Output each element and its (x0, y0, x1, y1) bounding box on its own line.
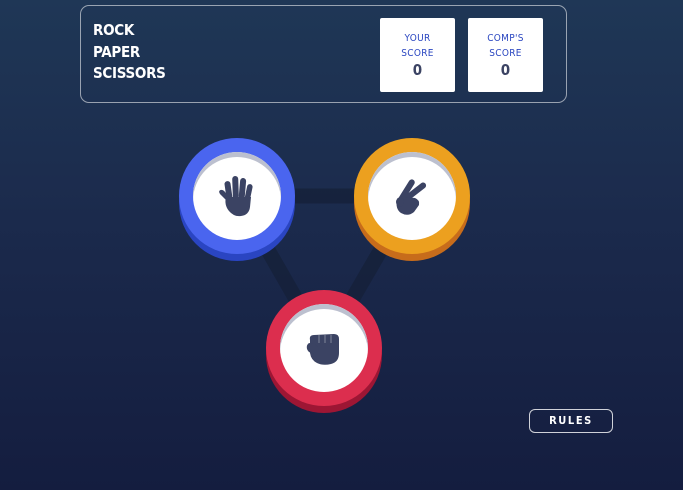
scissors-face (368, 152, 456, 240)
rules-button[interactable]: RULES (529, 409, 613, 433)
hand-scissors-icon (396, 179, 427, 215)
hand-paper-icon (219, 176, 253, 217)
rock-button[interactable] (266, 290, 382, 414)
scissors-button[interactable] (354, 138, 470, 262)
paper-face (193, 152, 281, 240)
paper-button[interactable] (179, 138, 295, 262)
hand-rock-icon (306, 334, 339, 365)
rock-face (280, 304, 368, 392)
